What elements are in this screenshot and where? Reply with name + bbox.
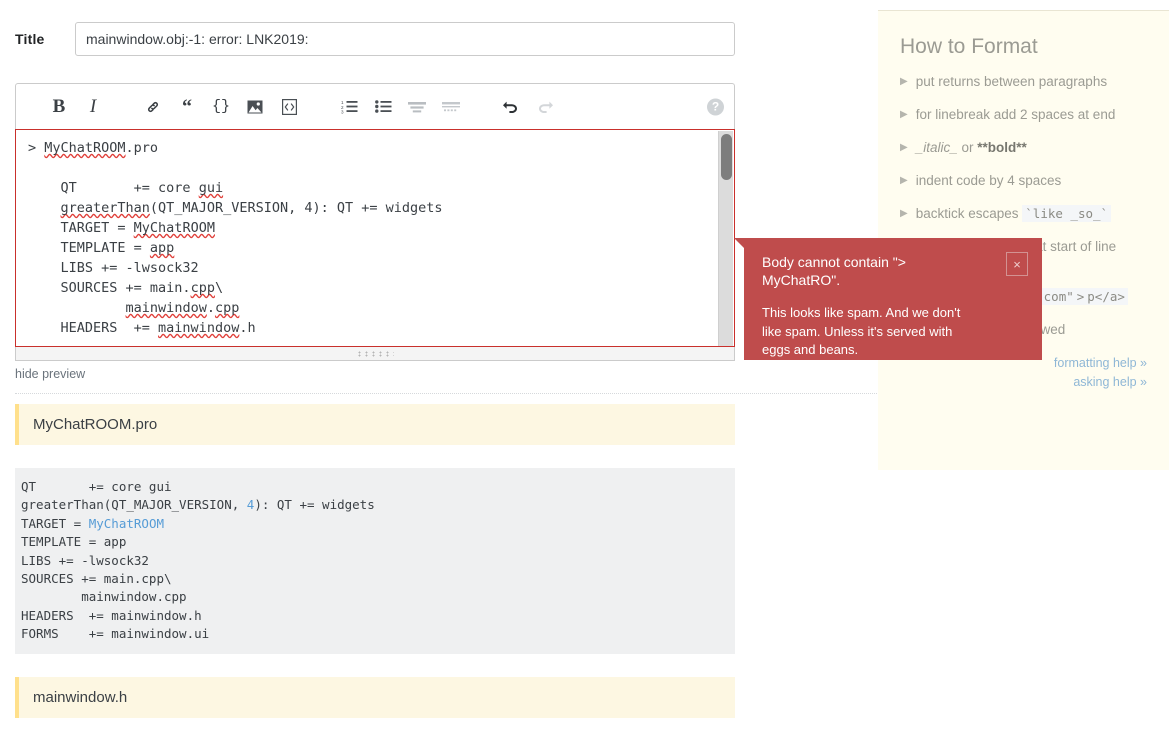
triangle-bullet-icon: ▶ — [900, 142, 908, 153]
toolbar-group-text: B I — [42, 94, 110, 120]
editor-resize-grip[interactable] — [15, 347, 735, 361]
title-row: Title — [0, 0, 750, 56]
toolbar-group-block: 123 — [332, 94, 468, 120]
sidebar-title: How to Format — [900, 35, 1038, 58]
link-icon[interactable] — [140, 94, 166, 120]
preview-blockquote: MyChatROOM.pro — [15, 404, 735, 445]
sidebar-item-label: for linebreak add 2 spaces at end — [915, 107, 1116, 122]
sidebar-format-item: ▶ _italic_ or **bold** — [900, 139, 1147, 156]
editor-toolbar: B I “ {} 1 2 3 ? — [15, 83, 735, 129]
markdown-editor-panel: B I “ {} 1 2 3 ? > MyChatROOM.pro QT += … — [15, 83, 735, 361]
error-message: This looks like spam. And we don't like … — [762, 305, 961, 357]
triangle-bullet-icon: ▶ — [900, 208, 908, 219]
sidebar-item-label: backtick escapes `like _so_` — [916, 205, 1112, 222]
numbered-list-icon[interactable]: 123 — [336, 94, 362, 120]
sidebar-format-item: ▶ backtick escapes `like _so_` — [900, 205, 1147, 222]
scrollbar-thumb[interactable] — [721, 134, 732, 180]
toolbar-group-insert: “ {} — [136, 94, 306, 120]
textarea-scrollbar[interactable] — [718, 131, 733, 346]
sidebar-item-label: indent code by 4 spaces — [915, 173, 1062, 188]
triangle-bullet-icon: ▶ — [900, 109, 908, 120]
markdown-textarea-wrapper: > MyChatROOM.pro QT += core gui greaterT… — [15, 129, 735, 347]
horizontal-rule-icon[interactable] — [438, 94, 464, 120]
svg-text:3: 3 — [341, 110, 344, 114]
markdown-textarea[interactable]: > MyChatROOM.pro QT += core gui greaterT… — [16, 130, 734, 346]
triangle-bullet-icon: ▶ — [900, 76, 908, 87]
resize-grip-dots — [356, 350, 394, 357]
code-block-icon[interactable] — [276, 94, 302, 120]
image-icon[interactable] — [242, 94, 268, 120]
sidebar-format-item: ▶ put returns between paragraphs — [900, 73, 1147, 90]
preview-blockquote: mainwindow.h — [15, 676, 735, 718]
error-popup: Body cannot contain "> MyChatRO". This l… — [734, 238, 1042, 360]
page-root: Title B I “ {} — [0, 0, 1169, 736]
sidebar-item-label: _italic_ or **bold** — [915, 140, 1027, 155]
title-label: Title — [15, 31, 45, 47]
sidebar-format-item: ▶ for linebreak add 2 spaces at end — [900, 106, 1147, 123]
toolbar-group-history — [494, 94, 562, 120]
bullet-list-icon[interactable] — [370, 94, 396, 120]
sidebar-item-label: put returns between paragraphs — [915, 74, 1108, 89]
triangle-bullet-icon: ▶ — [900, 175, 908, 186]
italic-button[interactable]: I — [80, 94, 106, 120]
inline-code-icon[interactable]: {} — [208, 94, 234, 120]
hide-preview-link[interactable]: hide preview — [15, 367, 85, 381]
editor-help-icon[interactable]: ? — [707, 98, 724, 115]
markdown-preview: MyChatROOM.pro QT += core gui greaterThan… — [15, 404, 735, 736]
blockquote-icon[interactable]: “ — [174, 94, 200, 120]
bold-button[interactable]: B — [46, 94, 72, 120]
close-icon[interactable]: × — [1006, 252, 1028, 276]
heading-icon[interactable] — [404, 94, 430, 120]
title-input[interactable] — [75, 22, 735, 56]
preview-code-block: QT += core gui greaterThan(QT_MAJOR_VERS… — [15, 468, 735, 654]
undo-button[interactable] — [498, 94, 524, 120]
error-title: Body cannot contain "> MyChatRO". — [762, 254, 906, 288]
popup-arrow-icon — [734, 238, 745, 249]
redo-button[interactable] — [532, 94, 558, 120]
asking-help-link[interactable]: asking help » — [900, 373, 1147, 392]
sidebar-format-item: ▶ indent code by 4 spaces — [900, 172, 1147, 189]
